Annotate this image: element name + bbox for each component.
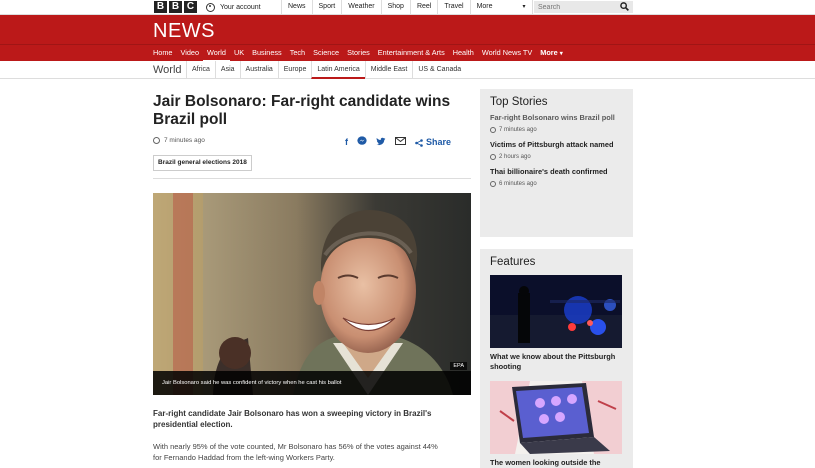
caret-down-icon: ▾ bbox=[559, 51, 563, 57]
top-story-title[interactable]: Far-right Bolsonaro wins Brazil poll bbox=[490, 113, 623, 123]
top-story-title[interactable]: Victims of Pittsburgh attack named bbox=[490, 140, 623, 150]
subnav-us-canada[interactable]: US & Canada bbox=[412, 61, 466, 79]
divider bbox=[153, 178, 471, 179]
search-box bbox=[534, 1, 633, 13]
feature-image[interactable] bbox=[490, 381, 622, 454]
top-story-time-label: 6 minutes ago bbox=[499, 181, 537, 187]
top-story-title[interactable]: Thai billionaire's death confirmed bbox=[490, 167, 623, 177]
top-story-time: 7 minutes ago bbox=[490, 127, 623, 133]
messenger-icon[interactable] bbox=[357, 136, 367, 149]
nav-more-label: More bbox=[540, 48, 558, 57]
nav-uk[interactable]: UK bbox=[230, 45, 248, 62]
article-timestamp: 7 minutes ago bbox=[164, 137, 205, 144]
subnav-australia[interactable]: Australia bbox=[239, 61, 278, 79]
global-bar: B B C Your account News Sport Weather Sh… bbox=[0, 0, 815, 15]
nav-world[interactable]: World bbox=[203, 45, 230, 62]
top-story-time-label: 2 hours ago bbox=[499, 154, 531, 160]
features-panel: Features What we know about the Pittsbur… bbox=[480, 249, 633, 468]
laptop-illustration bbox=[490, 381, 622, 454]
account-link[interactable]: Your account bbox=[206, 1, 261, 14]
bbc-logo-letter: B bbox=[154, 1, 167, 13]
global-nav-sport[interactable]: Sport bbox=[313, 0, 343, 14]
article-meta: 7 minutes ago bbox=[153, 137, 205, 144]
global-nav-more[interactable]: More ▾ bbox=[471, 0, 533, 14]
share-icon bbox=[415, 138, 423, 147]
clock-icon bbox=[490, 154, 496, 160]
nav-science[interactable]: Science bbox=[309, 45, 343, 62]
top-story-time: 2 hours ago bbox=[490, 154, 623, 160]
global-nav-weather[interactable]: Weather bbox=[342, 0, 382, 14]
share-tools: f Share bbox=[345, 136, 451, 149]
top-story[interactable]: Victims of Pittsburgh attack named 2 hou… bbox=[480, 140, 633, 167]
section-title[interactable]: World bbox=[153, 64, 182, 76]
news-logo[interactable]: NEWS bbox=[153, 20, 215, 43]
search-icon[interactable] bbox=[620, 0, 629, 16]
global-nav-more-label: More bbox=[476, 3, 493, 10]
global-nav-news[interactable]: News bbox=[282, 0, 313, 14]
top-stories-panel: Top Stories Far-right Bolsonaro wins Bra… bbox=[480, 89, 633, 237]
subnav-asia[interactable]: Asia bbox=[214, 61, 240, 79]
nav-entertainment-arts[interactable]: Entertainment & Arts bbox=[374, 45, 449, 62]
clock-icon bbox=[490, 127, 496, 133]
features-heading: Features bbox=[490, 256, 536, 268]
subnav-latin-america[interactable]: Latin America bbox=[311, 61, 365, 79]
nav-health[interactable]: Health bbox=[449, 45, 478, 62]
bbc-logo-letter: C bbox=[184, 1, 197, 13]
subnav-africa[interactable]: Africa bbox=[186, 61, 215, 79]
nav-stories[interactable]: Stories bbox=[343, 45, 374, 62]
feature-item[interactable]: What we know about the Pittsburgh shooti… bbox=[480, 275, 633, 372]
article-lead: Far-right candidate Jair Bolsonaro has w… bbox=[153, 409, 432, 429]
nav-business[interactable]: Business bbox=[248, 45, 286, 62]
feature-image[interactable] bbox=[490, 275, 622, 348]
feature-item[interactable]: The women looking outside the bbox=[480, 381, 633, 468]
police-scene-image bbox=[490, 275, 622, 348]
top-story[interactable]: Far-right Bolsonaro wins Brazil poll 7 m… bbox=[480, 113, 633, 140]
user-icon bbox=[206, 3, 215, 12]
section-nav: World Africa Asia Australia Europe Latin… bbox=[0, 61, 815, 79]
bbc-logo[interactable]: B B C bbox=[154, 1, 197, 13]
global-nav-travel[interactable]: Travel bbox=[438, 0, 471, 14]
nav-more[interactable]: More ▾ bbox=[536, 45, 566, 62]
nav-tech[interactable]: Tech bbox=[286, 45, 309, 62]
facebook-icon[interactable]: f bbox=[345, 137, 348, 148]
email-icon[interactable] bbox=[395, 137, 406, 148]
topic-tag[interactable]: Brazil general elections 2018 bbox=[153, 155, 252, 171]
share-button[interactable]: Share bbox=[415, 137, 451, 148]
image-caption: Jair Bolsonaro said he was confident of … bbox=[153, 371, 471, 395]
global-nav-shop[interactable]: Shop bbox=[382, 0, 411, 14]
bolsonaro-photo bbox=[153, 193, 471, 395]
article-photo: EPA Jair Bolsonaro said he was confident… bbox=[153, 193, 471, 395]
feature-title[interactable]: The women looking outside the bbox=[490, 458, 623, 468]
clock-icon bbox=[153, 137, 160, 144]
nav-home[interactable]: Home bbox=[149, 45, 176, 62]
search-input[interactable] bbox=[538, 3, 613, 11]
feature-title[interactable]: What we know about the Pittsburgh shooti… bbox=[490, 352, 623, 372]
nav-world-news-tv[interactable]: World News TV bbox=[478, 45, 536, 62]
account-label: Your account bbox=[220, 4, 261, 11]
top-story[interactable]: Thai billionaire's death confirmed 6 min… bbox=[480, 167, 633, 194]
subnav-europe[interactable]: Europe bbox=[277, 61, 312, 79]
subnav-middle-east[interactable]: Middle East bbox=[364, 61, 413, 79]
article-body: With nearly 95% of the vote counted, Mr … bbox=[153, 442, 438, 462]
article-headline: Jair Bolsonaro: Far-right candidate wins… bbox=[153, 93, 451, 128]
top-story-time: 6 minutes ago bbox=[490, 181, 623, 187]
nav-video[interactable]: Video bbox=[176, 45, 203, 62]
top-story-time-label: 7 minutes ago bbox=[499, 127, 537, 133]
global-nav-reel[interactable]: Reel bbox=[411, 0, 439, 14]
bbc-logo-letter: B bbox=[169, 1, 182, 13]
news-nav: Home Video World UK Business Tech Scienc… bbox=[0, 44, 815, 62]
global-nav: News Sport Weather Shop Reel Travel More… bbox=[281, 0, 533, 14]
top-stories-heading: Top Stories bbox=[490, 96, 548, 108]
share-label: Share bbox=[426, 137, 452, 147]
masthead: NEWS bbox=[0, 15, 815, 44]
clock-icon bbox=[490, 181, 496, 187]
twitter-icon[interactable] bbox=[376, 137, 386, 149]
image-credit: EPA bbox=[450, 362, 467, 370]
chevron-down-icon: ▾ bbox=[522, 4, 526, 10]
